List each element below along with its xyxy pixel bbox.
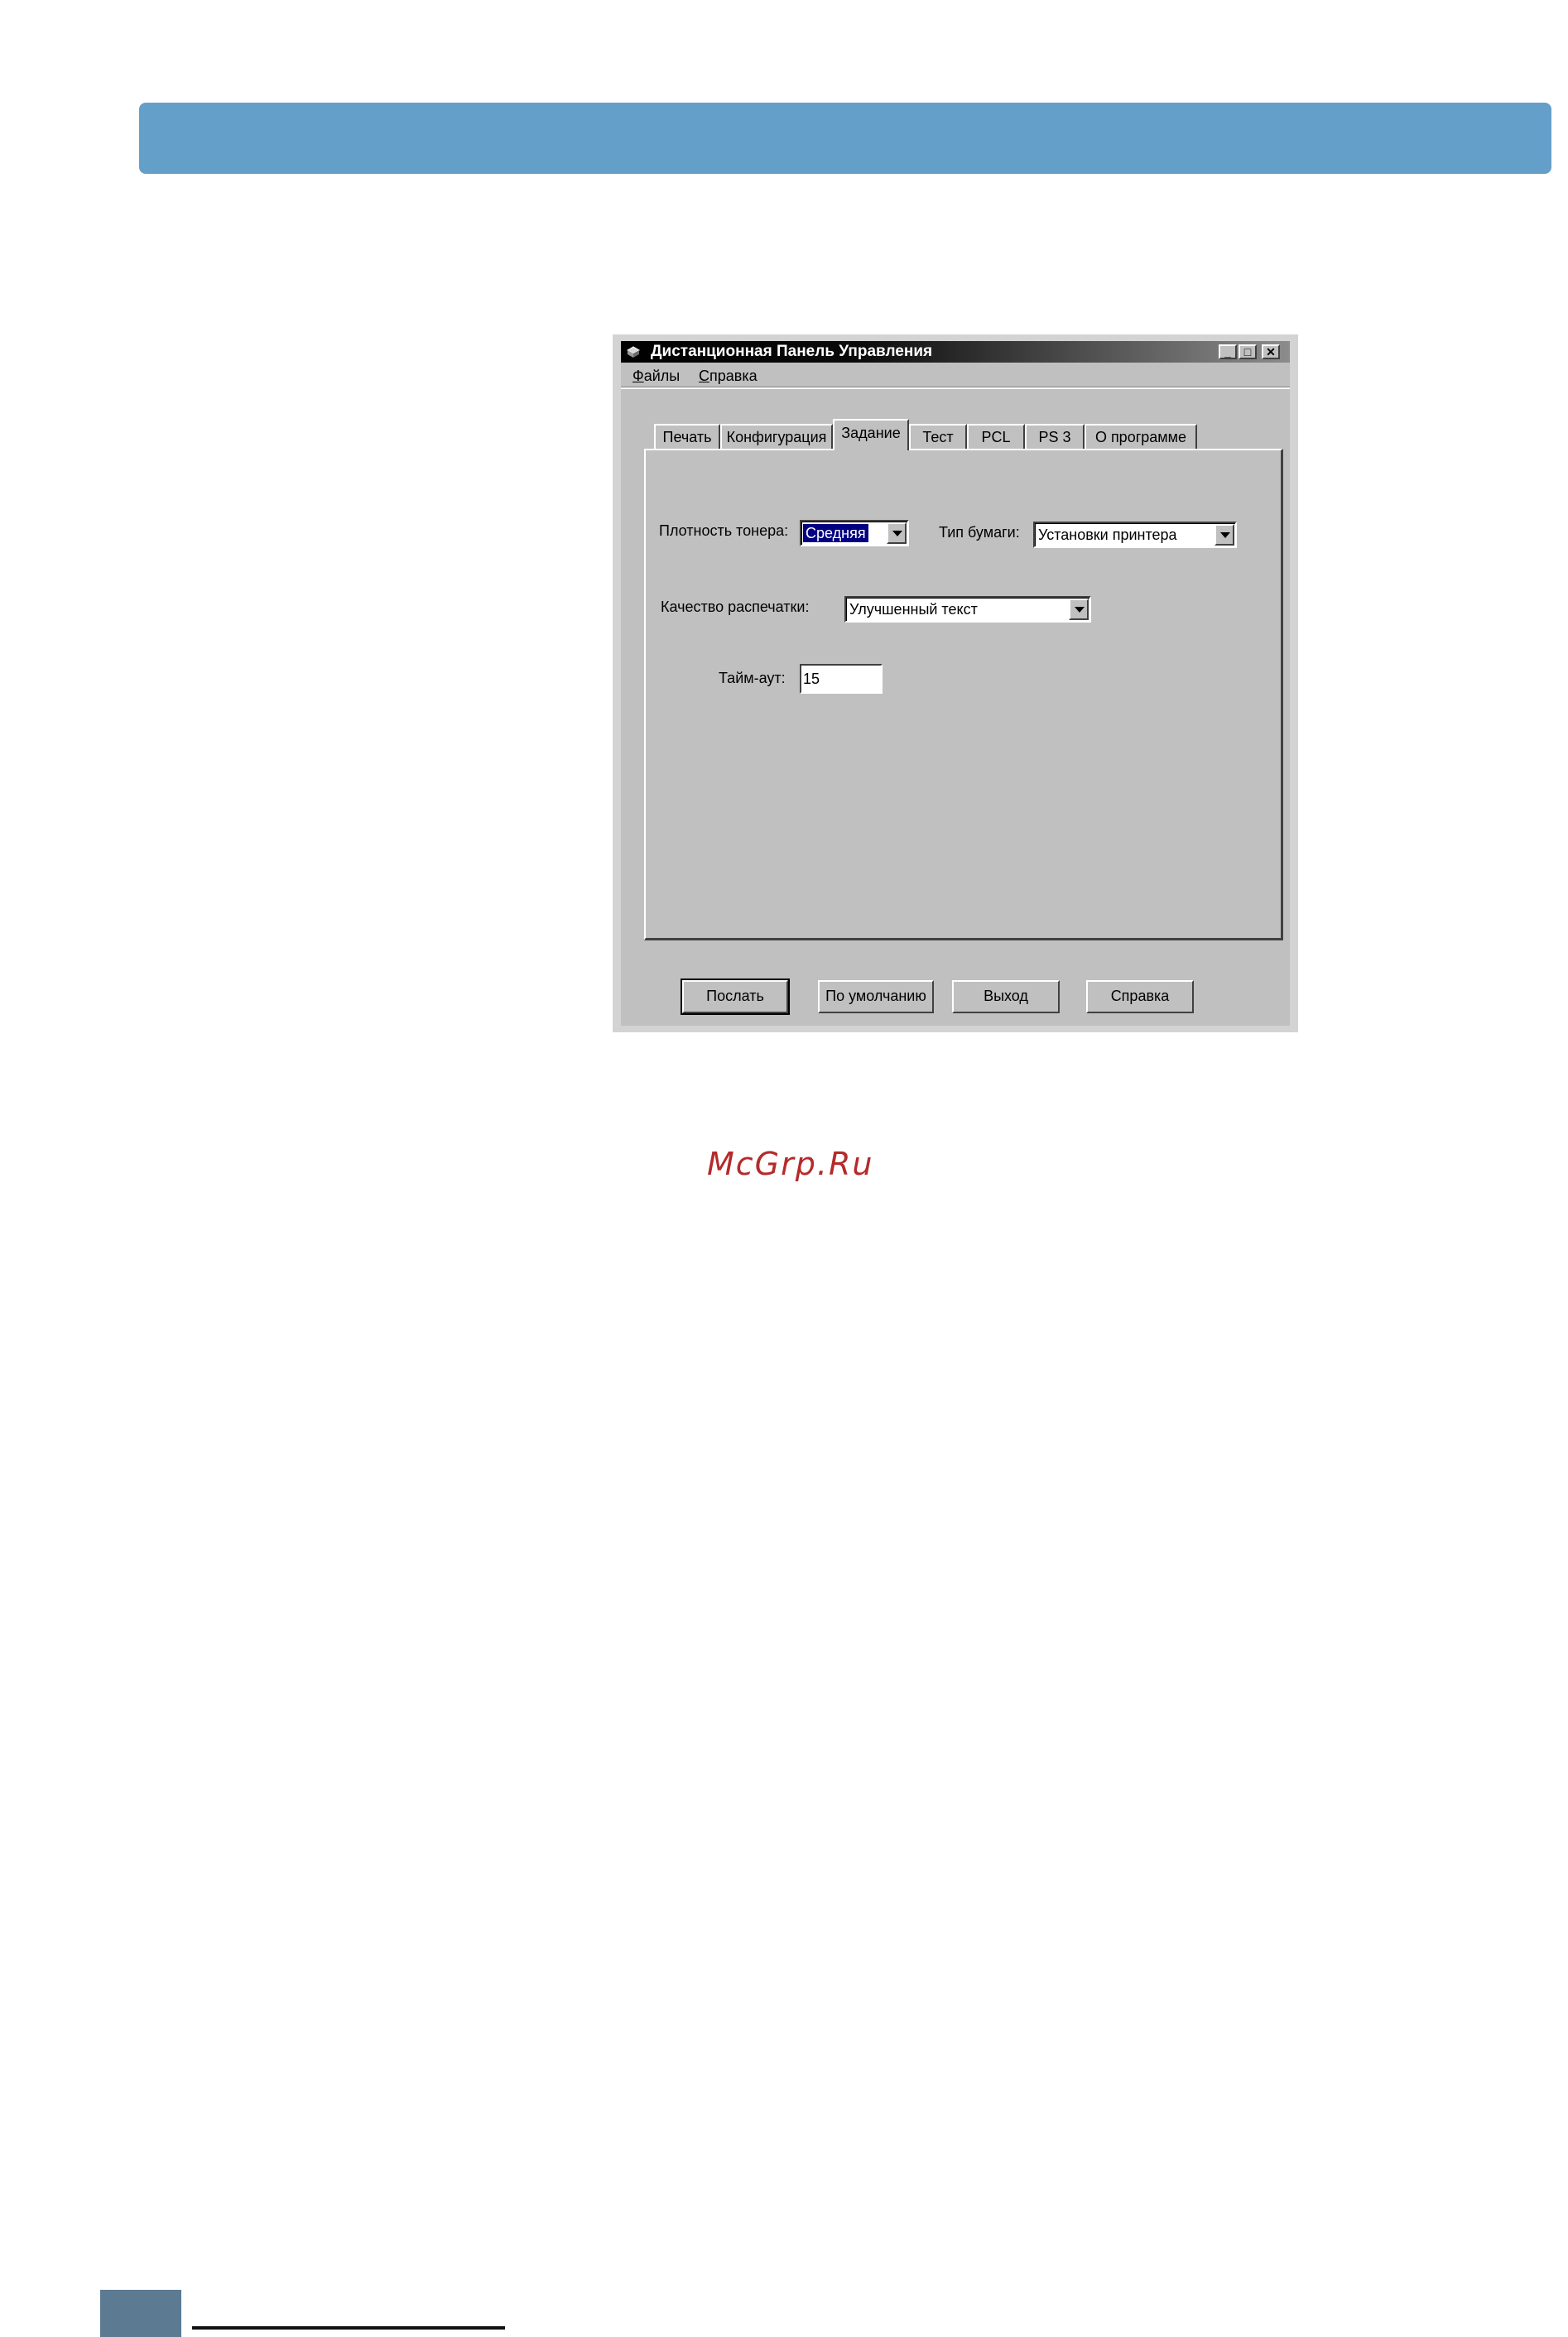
footer-rule: [192, 2326, 505, 2330]
tab-test[interactable]: Тест: [909, 424, 967, 449]
close-icon: ✕: [1266, 345, 1276, 358]
window-title: Дистанционная Панель Управления: [651, 343, 933, 360]
menu-help-hotkey: С: [699, 368, 709, 384]
menu-files[interactable]: Файлы: [632, 364, 680, 387]
print-quality-select[interactable]: Улучшенный текст: [844, 596, 1091, 623]
toner-density-value: Средняя: [803, 524, 868, 542]
printer-icon: [626, 346, 641, 358]
page-number-block: [100, 2290, 181, 2337]
tab-pcl[interactable]: PCL: [967, 424, 1025, 449]
send-button[interactable]: Послать: [681, 979, 790, 1015]
chevron-down-icon[interactable]: [1214, 524, 1234, 546]
paper-type-label: Тип бумаги:: [939, 524, 1020, 541]
tab-print[interactable]: Печать: [654, 424, 720, 449]
timeout-input[interactable]: [800, 664, 883, 694]
print-quality-value: Улучшенный текст: [849, 601, 978, 618]
menu-files-label: айлы: [643, 368, 681, 384]
job-tab-panel: Плотность тонера: Средняя Тип бумаги: Ус…: [644, 449, 1283, 940]
tab-ps3[interactable]: PS 3: [1025, 424, 1085, 449]
menu-bar: Файлы Справка: [621, 364, 1290, 389]
screenshot-frame: Дистанционная Панель Управления _ □ ✕ Фа…: [613, 334, 1298, 1032]
exit-button[interactable]: Выход: [952, 980, 1060, 1013]
tab-job[interactable]: Задание: [833, 419, 909, 450]
paper-type-select[interactable]: Установки принтера: [1033, 522, 1237, 548]
close-button[interactable]: ✕: [1262, 344, 1280, 359]
title-bar[interactable]: Дистанционная Панель Управления _ □ ✕: [621, 341, 1290, 363]
print-quality-label: Качество распечатки:: [661, 599, 810, 615]
minimize-button[interactable]: _: [1219, 344, 1237, 359]
toner-density-select[interactable]: Средняя: [800, 520, 909, 546]
chevron-down-icon[interactable]: [887, 522, 907, 544]
minimize-icon: _: [1224, 345, 1231, 358]
default-button[interactable]: По умолчанию: [818, 980, 934, 1013]
maximize-button[interactable]: □: [1239, 344, 1257, 359]
remote-control-panel-window: Дистанционная Панель Управления _ □ ✕ Фа…: [621, 341, 1290, 1026]
chevron-down-icon[interactable]: [1069, 599, 1089, 620]
paper-type-value: Установки принтера: [1038, 527, 1177, 543]
toner-density-label: Плотность тонера:: [659, 522, 789, 539]
tab-about[interactable]: О программе: [1085, 424, 1197, 449]
help-button[interactable]: Справка: [1086, 980, 1194, 1013]
timeout-label: Тайм-аут:: [719, 670, 786, 686]
page-header-bar: [139, 103, 1551, 174]
tab-configuration[interactable]: Конфигурация: [720, 424, 833, 449]
maximize-icon: □: [1243, 345, 1252, 358]
menu-files-hotkey: Ф: [632, 368, 644, 384]
watermark-text: McGrp.Ru: [707, 1146, 874, 1182]
menu-help-label: правка: [709, 368, 758, 384]
menu-help[interactable]: Справка: [699, 364, 758, 387]
